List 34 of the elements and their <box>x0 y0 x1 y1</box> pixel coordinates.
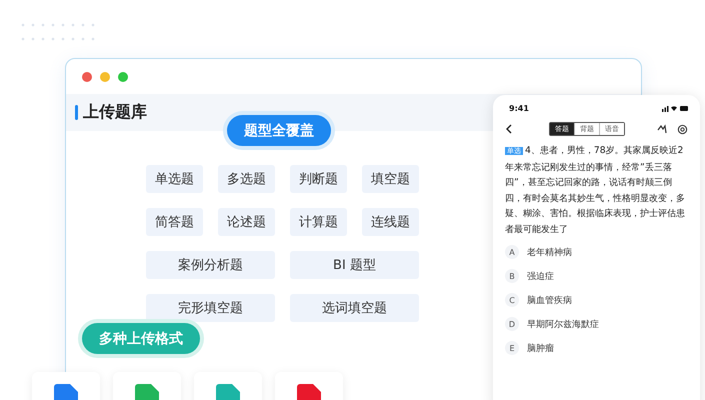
question-type-tag: 计算题 <box>290 208 347 236</box>
section-title: 上传题库 <box>83 102 147 123</box>
status-time: 9:41 <box>509 104 529 112</box>
accent-bar <box>75 105 78 120</box>
question-type-tag: 完形填空题 <box>146 294 275 322</box>
question-type-tag: 连线题 <box>362 208 419 236</box>
option-letter: D <box>505 317 519 331</box>
option-letter: A <box>505 245 519 259</box>
option-text: 脑肿瘤 <box>527 342 554 354</box>
question-type-tag: 简答题 <box>146 208 203 236</box>
feature-badge: 题型全覆盖 <box>227 115 331 146</box>
status-icons <box>662 104 688 112</box>
answer-option[interactable]: D 早期阿尔兹海默症 <box>505 317 688 331</box>
question-type-tag: 单选题 <box>146 165 203 193</box>
option-letter: E <box>505 341 519 355</box>
option-text: 强迫症 <box>527 270 554 282</box>
question-type-tag: 案例分析题 <box>146 251 275 279</box>
answer-option[interactable]: B 强迫症 <box>505 269 688 283</box>
back-icon[interactable] <box>505 124 513 134</box>
option-text: 老年精神病 <box>527 246 572 258</box>
question-type-tag: 选词填空题 <box>290 294 419 322</box>
answer-option[interactable]: E 脑肿瘤 <box>505 341 688 355</box>
option-letter: B <box>505 269 519 283</box>
option-letter: C <box>505 293 519 307</box>
question-type-tag: 论述题 <box>218 208 275 236</box>
question-type-tag: 判断题 <box>290 165 347 193</box>
question-type-tag: BI 题型 <box>290 251 419 279</box>
question-type-tag: 填空题 <box>362 165 419 193</box>
question-type-tag: 多选题 <box>218 165 275 193</box>
option-text: 早期阿尔兹海默症 <box>527 318 599 330</box>
feature-badge: 多种上传格式 <box>82 323 200 354</box>
answer-option[interactable]: C 脑血管疾病 <box>505 293 688 307</box>
answer-option[interactable]: A 老年精神病 <box>505 245 688 259</box>
option-text: 脑血管疾病 <box>527 294 572 306</box>
